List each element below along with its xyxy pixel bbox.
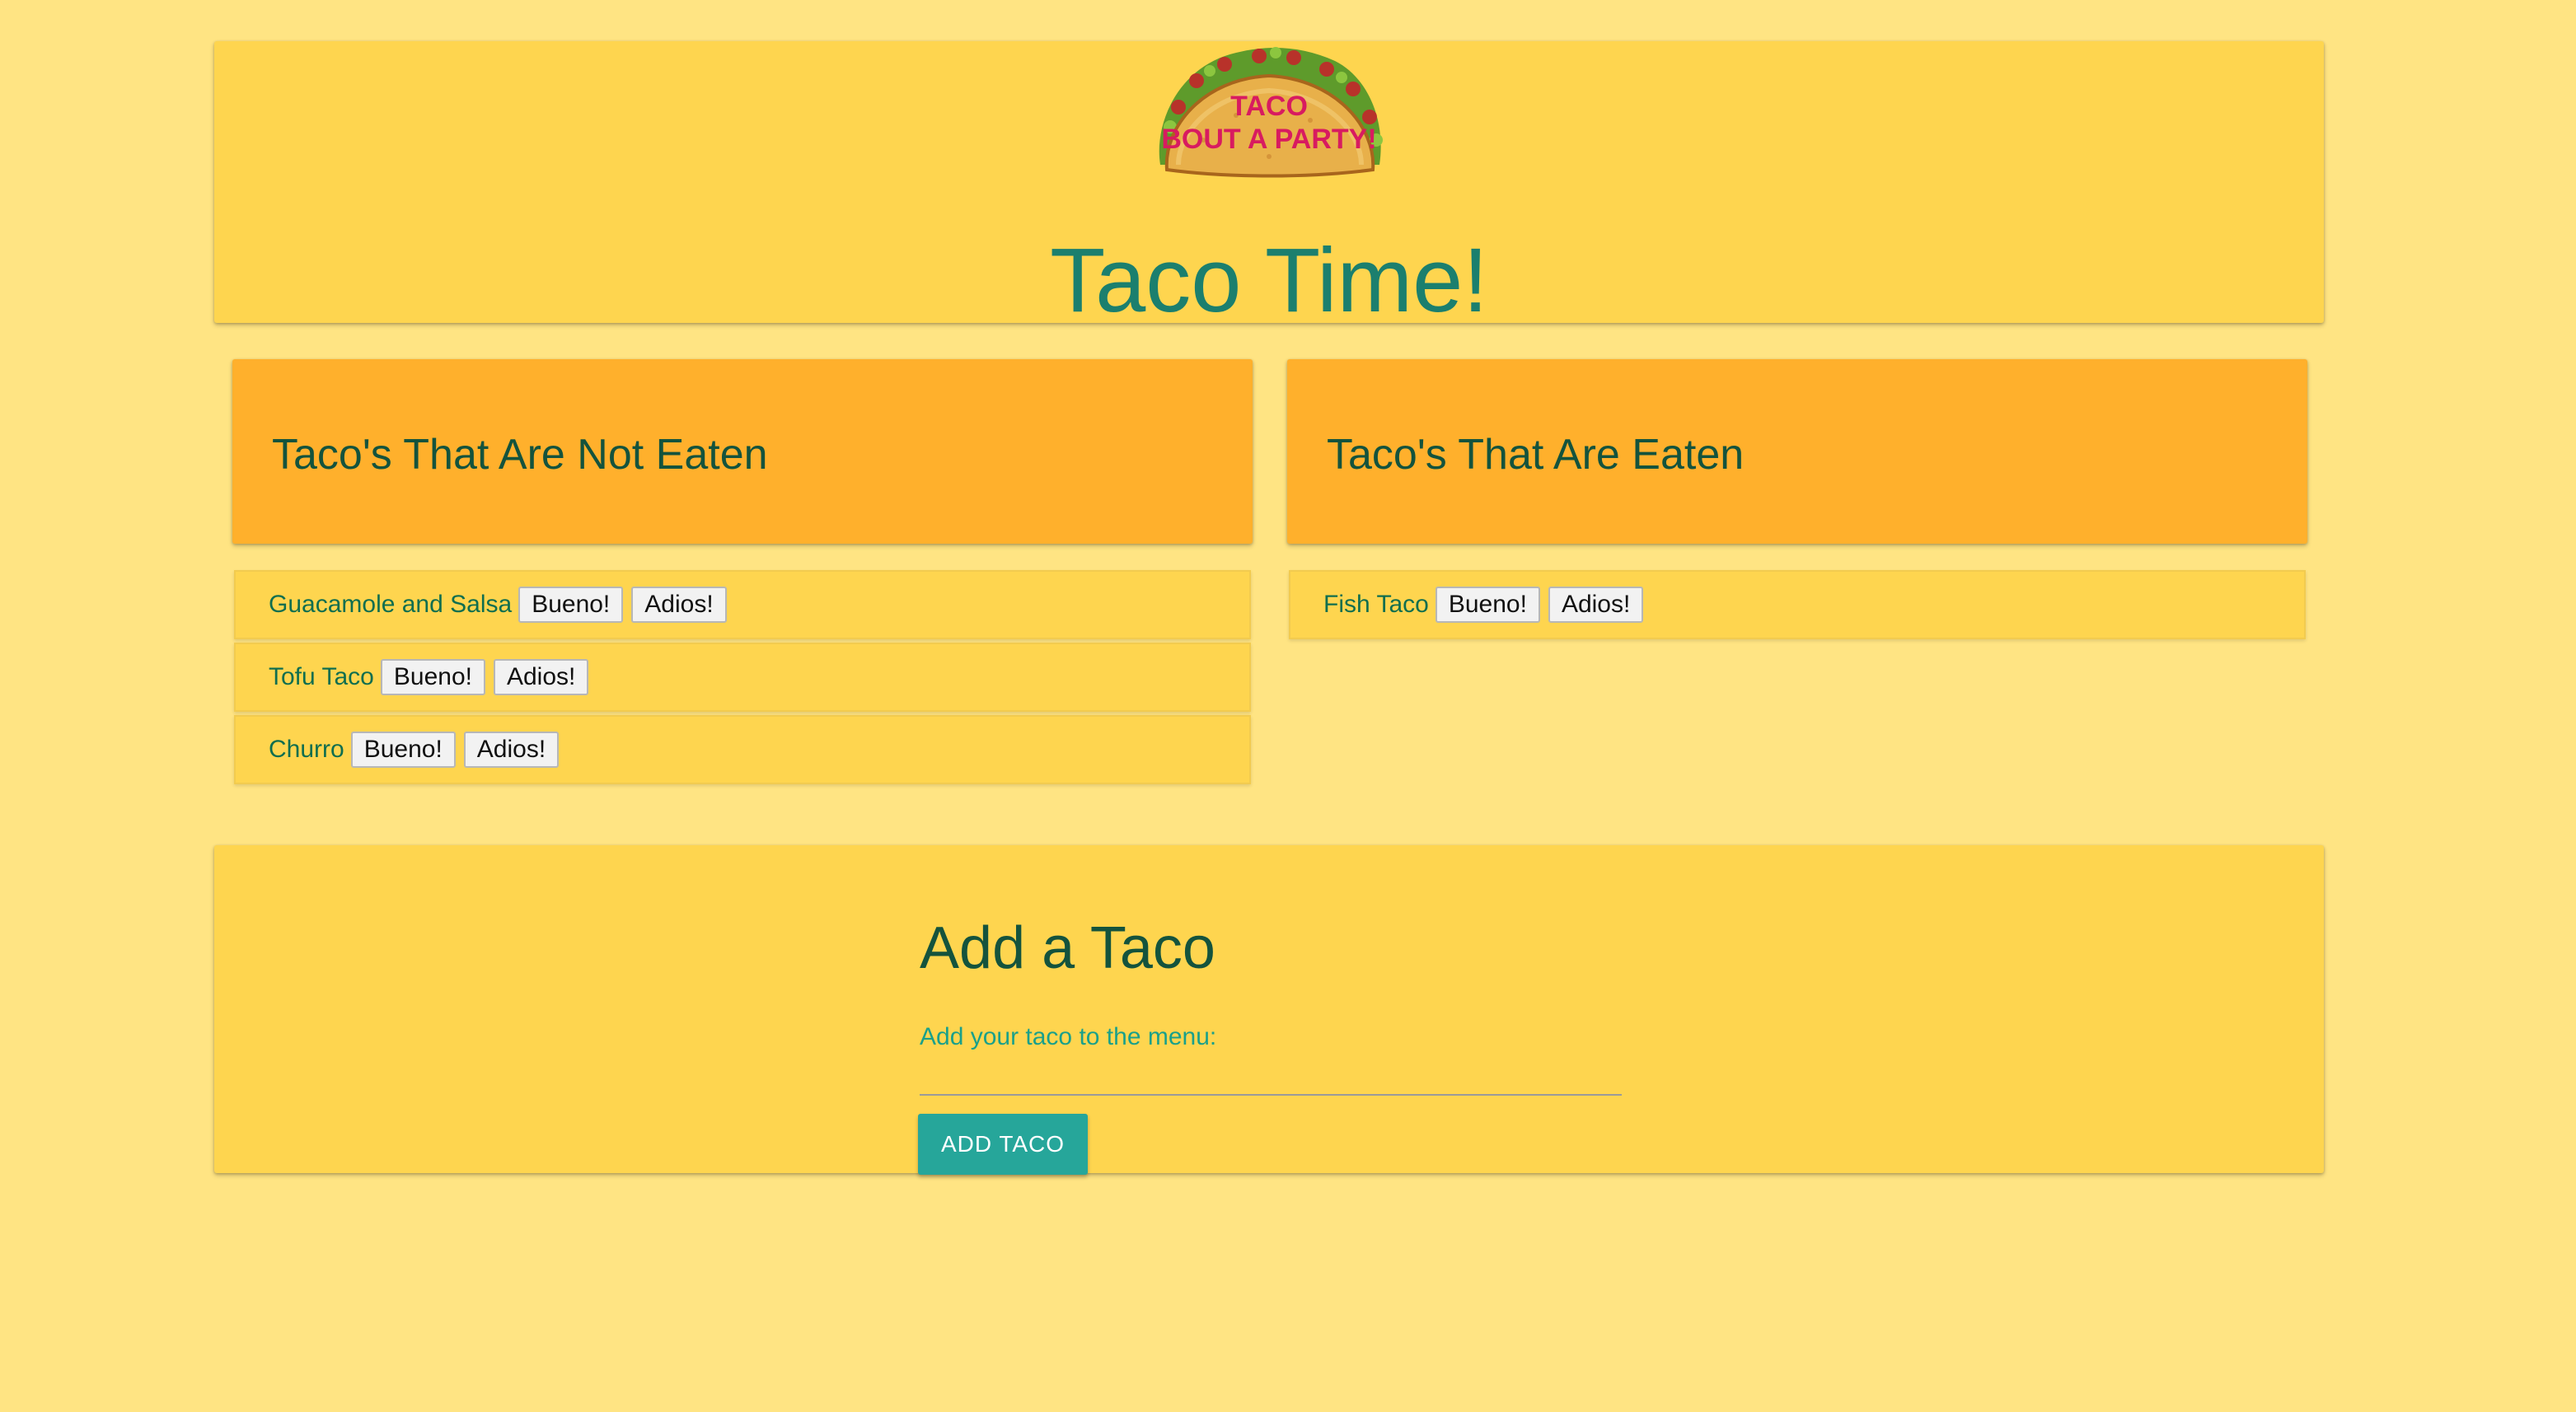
adios-button[interactable]: Adios! [1548, 587, 1644, 623]
add-taco-card: Add a Taco Add your taco to the menu: AD… [214, 845, 2324, 1175]
taco-name: Churro [269, 736, 344, 763]
page-title: Taco Time! [1050, 230, 1488, 331]
taco-name: Guacamole and Salsa [269, 591, 513, 618]
header-card: TACO BOUT A PARTY! Taco Time! [214, 41, 2324, 331]
taco-input[interactable] [920, 1017, 1622, 1096]
bueno-button[interactable]: Bueno! [350, 732, 456, 768]
logo-text-line2: BOUT A PARTY! [1161, 124, 1376, 155]
taco-name: Tofu Taco [269, 663, 374, 690]
bueno-button[interactable]: Bueno! [518, 587, 624, 623]
not-eaten-header: Taco's That Are Not Eaten [232, 359, 1253, 544]
list-item: Churro Bueno! Adios! [234, 715, 1251, 784]
eaten-heading: Taco's That Are Eaten [1327, 431, 1745, 479]
eaten-list: Fish Taco Bueno! Adios! [1289, 570, 2306, 643]
list-item: Tofu Taco Bueno! Adios! [234, 643, 1251, 712]
list-item: Guacamole and Salsa Bueno! Adios! [234, 570, 1251, 639]
adios-button[interactable]: Adios! [631, 587, 727, 623]
list-item: Fish Taco Bueno! Adios! [1289, 570, 2306, 639]
eaten-header: Taco's That Are Eaten [1287, 359, 2307, 544]
not-eaten-heading: Taco's That Are Not Eaten [272, 431, 768, 479]
bueno-button[interactable]: Bueno! [1435, 587, 1540, 623]
add-taco-button[interactable]: ADD TACO [918, 1114, 1088, 1175]
adios-button[interactable]: Adios! [463, 732, 560, 768]
logo-text-line1: TACO [1230, 91, 1308, 122]
bueno-button[interactable]: Bueno! [380, 659, 485, 695]
add-taco-title: Add a Taco [920, 915, 1215, 981]
adios-button[interactable]: Adios! [493, 659, 589, 695]
not-eaten-list: Guacamole and Salsa Bueno! Adios! Tofu T… [234, 570, 1251, 788]
taco-logo-icon: TACO BOUT A PARTY! [1159, 47, 1383, 178]
taco-name: Fish Taco [1323, 591, 1429, 618]
